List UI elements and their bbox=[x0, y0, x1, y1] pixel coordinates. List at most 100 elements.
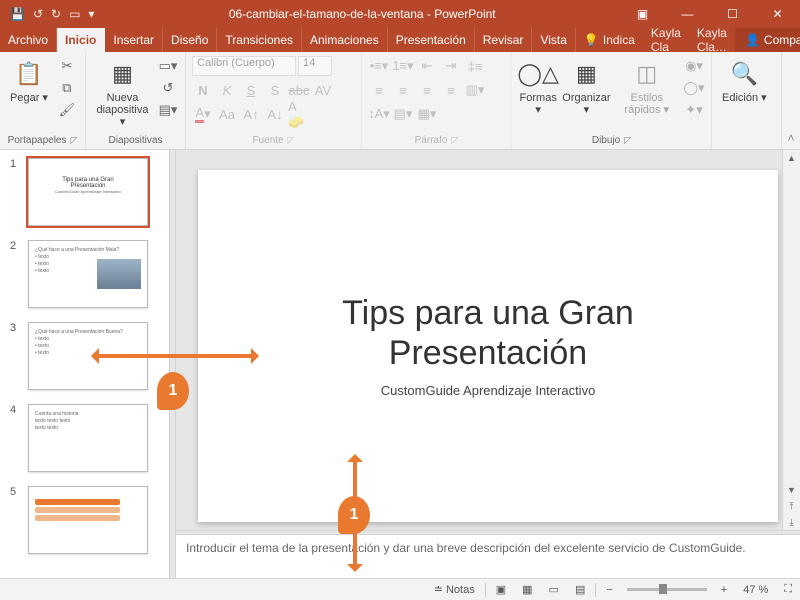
reading-view-button[interactable]: ▭ bbox=[541, 579, 567, 600]
columns-icon[interactable]: ▥▾ bbox=[464, 80, 486, 100]
signed-in-user-1[interactable]: Kayla Cla bbox=[643, 28, 689, 52]
increase-indent-icon[interactable]: ⇥ bbox=[440, 56, 462, 76]
slide-sorter-view-button[interactable]: ▦ bbox=[514, 579, 540, 600]
scroll-up-icon[interactable]: ▲ bbox=[783, 150, 800, 166]
group-label-fuente: Fuente bbox=[252, 135, 283, 146]
estilos-rapidos-button[interactable]: ◫ Estilos rápidos ▾ bbox=[614, 56, 679, 118]
dibujo-launcher-icon[interactable]: ◸ bbox=[624, 135, 631, 146]
vertical-scrollbar[interactable]: ▲ ▼ ⤒ ⤓ bbox=[782, 150, 800, 530]
text-direction-icon[interactable]: ↕A▾ bbox=[368, 104, 390, 124]
previous-slide-icon[interactable]: ⤒ bbox=[783, 498, 800, 514]
fuente-launcher-icon[interactable]: ◸ bbox=[288, 135, 295, 146]
tab-presentacion[interactable]: Presentación bbox=[388, 28, 475, 52]
notes-pane[interactable]: Introducir el tema de la presentación y … bbox=[176, 534, 800, 578]
justify-icon[interactable]: ≡ bbox=[440, 80, 462, 100]
shape-fill-icon[interactable]: ◉▾ bbox=[683, 56, 705, 76]
tab-vista[interactable]: Vista bbox=[532, 28, 575, 52]
share-button[interactable]: 👤 Compartir bbox=[735, 28, 800, 52]
minimize-button[interactable]: — bbox=[665, 0, 710, 28]
slide-thumbnail-4[interactable]: Cuenta una historiatexto texto textotext… bbox=[28, 404, 148, 472]
bullets-icon[interactable]: •≡▾ bbox=[368, 56, 390, 76]
tab-insertar[interactable]: Insertar bbox=[105, 28, 163, 52]
decrease-indent-icon[interactable]: ⇤ bbox=[416, 56, 438, 76]
slide-title[interactable]: Tips para una Gran Presentación bbox=[342, 294, 634, 372]
ribbon-display-options-icon[interactable]: ▣ bbox=[620, 0, 665, 28]
maximize-button[interactable]: ☐ bbox=[710, 0, 755, 28]
zoom-slider-thumb[interactable] bbox=[659, 584, 667, 594]
tell-me-search[interactable]: 💡 Indica bbox=[576, 28, 643, 52]
nueva-diapositiva-button[interactable]: ▦ Nueva diapositiva ▾ bbox=[92, 56, 153, 130]
layout-icon[interactable]: ▭▾ bbox=[157, 56, 179, 76]
shrink-font-icon[interactable]: A↓ bbox=[264, 104, 286, 124]
zoom-slider[interactable] bbox=[627, 588, 707, 591]
grow-font-icon[interactable]: A↑ bbox=[240, 104, 262, 124]
pegar-button[interactable]: 📋 Pegar ▾ bbox=[6, 56, 52, 106]
undo-icon[interactable]: ↺ bbox=[33, 7, 43, 21]
scroll-down-icon[interactable]: ▼ bbox=[783, 482, 800, 498]
slide-thumbnail-5[interactable] bbox=[28, 486, 148, 554]
notes-icon: ≐ bbox=[434, 583, 443, 596]
font-color-icon[interactable]: A▾ bbox=[192, 104, 214, 124]
zoom-in-button[interactable]: + bbox=[713, 579, 735, 600]
slide-subtitle[interactable]: CustomGuide Aprendizaje Interactivo bbox=[381, 383, 596, 398]
redo-icon[interactable]: ↻ bbox=[51, 7, 61, 21]
tab-transiciones[interactable]: Transiciones bbox=[217, 28, 302, 52]
next-slide-icon[interactable]: ⤓ bbox=[783, 514, 800, 530]
bold-icon[interactable]: N bbox=[192, 80, 214, 100]
tab-diseno[interactable]: Diseño bbox=[163, 28, 217, 52]
group-edicion: 🔍 Edición ▾ bbox=[712, 52, 782, 149]
lightbulb-icon: 💡 bbox=[584, 33, 599, 47]
slide-thumbnail-2[interactable]: ¿Qué hace a una Presentación Mala?• text… bbox=[28, 240, 148, 308]
start-from-beginning-icon[interactable]: ▭ bbox=[69, 7, 80, 21]
font-size-combo[interactable]: 14 bbox=[298, 56, 332, 76]
slide-canvas-area[interactable]: Tips para una Gran Presentación CustomGu… bbox=[176, 150, 800, 530]
format-painter-icon[interactable]: 🖌 bbox=[56, 100, 78, 120]
align-left-icon[interactable]: ≡ bbox=[368, 80, 390, 100]
slide-thumbnails-pane[interactable]: 1 Tips para una GranPresentación CustomG… bbox=[0, 150, 170, 578]
align-center-icon[interactable]: ≡ bbox=[392, 80, 414, 100]
group-dibujo: ◯△ Formas ▾ ▦ Organizar ▾ ◫ Estilos rápi… bbox=[512, 52, 712, 149]
portapapeles-launcher-icon[interactable]: ◸ bbox=[71, 135, 78, 146]
italic-icon[interactable]: K bbox=[216, 80, 238, 100]
numbering-icon[interactable]: 1≡▾ bbox=[392, 56, 414, 76]
cut-icon[interactable]: ✂ bbox=[56, 56, 78, 76]
tab-revisar[interactable]: Revisar bbox=[475, 28, 533, 52]
tab-animaciones[interactable]: Animaciones bbox=[302, 28, 388, 52]
zoom-percent[interactable]: 47 % bbox=[735, 579, 776, 600]
strikethrough-icon[interactable]: abc bbox=[288, 80, 310, 100]
smartart-icon[interactable]: ▦▾ bbox=[416, 104, 438, 124]
collapse-ribbon-icon[interactable]: ˄ bbox=[782, 52, 800, 149]
qat-dropdown-icon[interactable]: ▾ bbox=[88, 7, 94, 21]
parrafo-launcher-icon[interactable]: ◸ bbox=[451, 135, 458, 146]
align-right-icon[interactable]: ≡ bbox=[416, 80, 438, 100]
tab-inicio[interactable]: Inicio bbox=[57, 28, 105, 52]
normal-view-button[interactable]: ▣ bbox=[488, 579, 514, 600]
slide-thumbnail-1[interactable]: Tips para una GranPresentación CustomGui… bbox=[28, 158, 148, 226]
font-name-combo[interactable]: Calibri (Cuerpo) bbox=[192, 56, 296, 76]
organizar-button[interactable]: ▦ Organizar ▾ bbox=[562, 56, 610, 118]
close-button[interactable]: ✕ bbox=[755, 0, 800, 28]
align-text-icon[interactable]: ▤▾ bbox=[392, 104, 414, 124]
change-case-icon[interactable]: Aa bbox=[216, 104, 238, 124]
slide-canvas[interactable]: Tips para una Gran Presentación CustomGu… bbox=[198, 170, 778, 522]
formas-button[interactable]: ◯△ Formas ▾ bbox=[518, 56, 558, 118]
signed-in-user-2[interactable]: Kayla Cla… bbox=[689, 28, 735, 52]
section-icon[interactable]: ▤▾ bbox=[157, 100, 179, 120]
shape-effects-icon[interactable]: ✦▾ bbox=[683, 100, 705, 120]
copy-icon[interactable]: ⧉ bbox=[56, 78, 78, 98]
save-icon[interactable]: 💾 bbox=[10, 7, 25, 21]
window-title: 06-cambiar-el-tamano-de-la-ventana - Pow… bbox=[104, 7, 620, 21]
underline-icon[interactable]: S bbox=[240, 80, 262, 100]
tab-archivo[interactable]: Archivo bbox=[0, 28, 57, 52]
clear-formatting-icon[interactable]: A🧽 bbox=[288, 104, 310, 124]
reset-icon[interactable]: ↺ bbox=[157, 78, 179, 98]
shadow-icon[interactable]: S bbox=[264, 80, 286, 100]
slideshow-view-button[interactable]: ▤ bbox=[567, 579, 593, 600]
fit-to-window-button[interactable]: ⛶ bbox=[776, 579, 800, 600]
line-spacing-icon[interactable]: ‡≡ bbox=[464, 56, 486, 76]
notas-toggle-button[interactable]: ≐ Notas bbox=[426, 579, 483, 600]
character-spacing-icon[interactable]: AV bbox=[312, 80, 334, 100]
zoom-out-button[interactable]: − bbox=[598, 579, 620, 600]
shape-outline-icon[interactable]: ◯▾ bbox=[683, 78, 705, 98]
edicion-button[interactable]: 🔍 Edición ▾ bbox=[718, 56, 771, 106]
